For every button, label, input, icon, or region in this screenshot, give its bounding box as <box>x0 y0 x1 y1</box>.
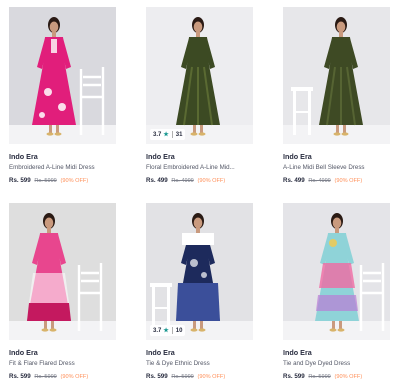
star-icon: ★ <box>163 328 169 334</box>
discount-label: (90% OFF) <box>197 178 226 184</box>
product-card[interactable]: 3.7 ★ 10 Indo Era Tie & Dye Ethnic Dress Rs… <box>146 203 253 380</box>
product-image[interactable] <box>283 203 390 340</box>
rating-divider <box>171 131 173 138</box>
product-price-row: Rs. 599 Rs. 5999 (90% OFF) <box>9 373 116 380</box>
product-brand[interactable]: Indo Era <box>283 152 390 161</box>
product-title[interactable]: Embroidered A-Line Midi Dress <box>9 164 116 171</box>
product-photo <box>146 7 253 144</box>
discount-label: (90% OFF) <box>197 374 226 380</box>
product-brand[interactable]: Indo Era <box>9 152 116 161</box>
original-price: Rs. 5999 <box>171 374 194 380</box>
original-price: Rs. 4999 <box>308 178 331 184</box>
product-image[interactable] <box>283 7 390 144</box>
selling-price: Rs. 499 <box>146 177 168 184</box>
rating-divider <box>171 327 173 334</box>
product-photo <box>146 203 253 340</box>
product-brand[interactable]: Indo Era <box>283 348 390 357</box>
product-image[interactable] <box>9 203 116 340</box>
selling-price: Rs. 599 <box>146 373 168 380</box>
rating-value: 3.7 <box>153 131 162 138</box>
product-photo <box>283 7 390 144</box>
rating-badge: 3.7 ★ 31 <box>150 129 186 140</box>
rating-count: 10 <box>175 327 183 334</box>
product-title[interactable]: Tie & Dye Ethnic Dress <box>146 360 253 367</box>
product-image[interactable]: 3.7 ★ 31 <box>146 7 253 144</box>
selling-price: Rs. 599 <box>9 373 31 380</box>
product-photo <box>283 203 390 340</box>
discount-label: (90% OFF) <box>60 374 89 380</box>
selling-price: Rs. 499 <box>283 177 305 184</box>
product-brand[interactable]: Indo Era <box>146 152 253 161</box>
product-image[interactable] <box>9 7 116 144</box>
discount-label: (90% OFF) <box>60 178 89 184</box>
rating-value: 3.7 <box>153 327 162 334</box>
original-price: Rs. 5999 <box>34 374 57 380</box>
product-price-row: Rs. 499 Rs. 4999 (90% OFF) <box>146 177 253 184</box>
product-title[interactable]: Fit & Flare Flared Dress <box>9 360 116 367</box>
original-price: Rs. 4999 <box>171 178 194 184</box>
discount-label: (90% OFF) <box>334 374 363 380</box>
product-photo <box>9 7 116 144</box>
product-image[interactable]: 3.7 ★ 10 <box>146 203 253 340</box>
product-brand[interactable]: Indo Era <box>9 348 116 357</box>
product-brand[interactable]: Indo Era <box>146 348 253 357</box>
product-card[interactable]: Indo Era A-Line Midi Bell Sleeve Dress Rs.… <box>283 7 390 184</box>
product-price-row: Rs. 599 Rs. 5999 (90% OFF) <box>9 177 116 184</box>
product-title[interactable]: Floral Embroidered A-Line Mid... <box>146 164 253 171</box>
product-card[interactable]: Indo Era Embroidered A-Line Midi Dress Rs.… <box>9 7 116 184</box>
rating-badge: 3.7 ★ 10 <box>150 325 186 336</box>
product-title[interactable]: A-Line Midi Bell Sleeve Dress <box>283 164 390 171</box>
discount-label: (90% OFF) <box>334 178 363 184</box>
product-price-row: Rs. 599 Rs. 5999 (90% OFF) <box>146 373 253 380</box>
product-title[interactable]: Tie and Dye Dyed Dress <box>283 360 390 367</box>
product-price-row: Rs. 499 Rs. 4999 (90% OFF) <box>283 177 390 184</box>
selling-price: Rs. 599 <box>283 373 305 380</box>
selling-price: Rs. 599 <box>9 177 31 184</box>
star-icon: ★ <box>163 132 169 138</box>
original-price: Rs. 5999 <box>34 178 57 184</box>
product-card[interactable]: 3.7 ★ 31 Indo Era Floral Embroidered A-Lin… <box>146 7 253 184</box>
product-card[interactable]: Indo Era Tie and Dye Dyed Dress Rs. 599 Rs… <box>283 203 390 380</box>
product-photo <box>9 203 116 340</box>
product-price-row: Rs. 599 Rs. 5999 (90% OFF) <box>283 373 390 380</box>
rating-count: 31 <box>175 131 183 138</box>
original-price: Rs. 5999 <box>308 374 331 380</box>
product-card[interactable]: Indo Era Fit & Flare Flared Dress Rs. 599 … <box>9 203 116 380</box>
